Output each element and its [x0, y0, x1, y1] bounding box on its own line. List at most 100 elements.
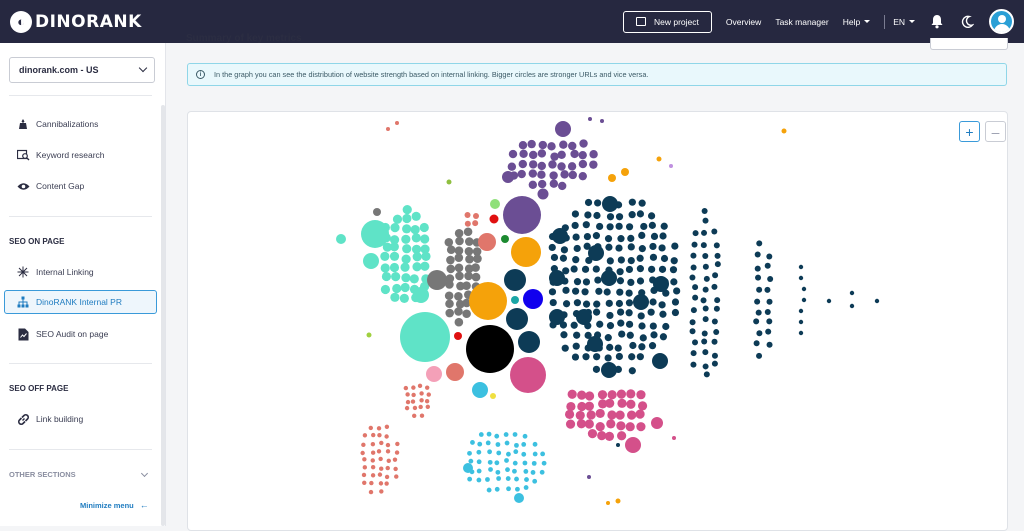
teal-node[interactable] [389, 251, 400, 261]
coral-node[interactable] [446, 363, 464, 381]
navy-node[interactable] [765, 328, 772, 335]
coral-node[interactable] [394, 474, 399, 479]
pink-node[interactable] [625, 437, 641, 453]
bell-icon[interactable] [929, 14, 945, 30]
teal-node[interactable] [391, 272, 401, 282]
coral-node[interactable] [424, 385, 430, 390]
navy-node[interactable] [627, 278, 635, 287]
navy-node[interactable] [764, 286, 771, 293]
navy-node[interactable] [701, 330, 708, 337]
navy-node[interactable] [571, 210, 580, 218]
gray-node[interactable] [455, 236, 464, 246]
gray-node[interactable] [373, 208, 381, 216]
coral-node[interactable] [419, 413, 425, 418]
pink-node[interactable] [426, 366, 442, 382]
purple-node[interactable] [557, 181, 567, 191]
navy-node[interactable] [504, 269, 526, 291]
navy-node[interactable] [756, 352, 763, 359]
cyan-node[interactable] [506, 486, 511, 492]
cyan-node[interactable] [505, 467, 510, 473]
navy-node[interactable] [670, 278, 678, 286]
navy-node[interactable] [756, 240, 763, 247]
purple-node[interactable] [578, 171, 587, 181]
pink-node[interactable] [584, 391, 595, 401]
cyan-node[interactable] [532, 441, 538, 447]
navy-node[interactable] [572, 233, 580, 241]
purple-node[interactable] [588, 117, 592, 121]
other-sections-toggle[interactable]: OTHER SECTIONS [9, 469, 152, 479]
new-project-button[interactable]: New project [622, 10, 712, 33]
cyan-node[interactable] [478, 432, 484, 437]
navy-node[interactable] [712, 272, 719, 279]
navy-node[interactable] [753, 318, 760, 325]
navy-node[interactable] [592, 365, 601, 373]
coral-node[interactable] [405, 392, 410, 397]
coral-node[interactable] [385, 449, 391, 454]
cyan-node[interactable] [485, 477, 490, 482]
orange-node[interactable] [511, 237, 541, 267]
logo[interactable]: ◐ DINORANK [10, 10, 142, 33]
purple-node[interactable] [559, 140, 568, 149]
navy-node[interactable] [702, 217, 709, 224]
cyan-node[interactable] [472, 382, 488, 398]
navy-node[interactable] [701, 208, 708, 215]
teal-node[interactable] [402, 244, 412, 254]
navy-node[interactable] [560, 246, 569, 254]
navy-node[interactable] [583, 232, 592, 241]
cyan-node[interactable] [496, 476, 502, 481]
graph-node[interactable] [621, 168, 629, 176]
navy-node[interactable] [594, 276, 602, 284]
navy-node[interactable] [689, 328, 696, 335]
purple-node[interactable] [537, 179, 547, 189]
teal-node[interactable] [380, 251, 390, 261]
navy-node[interactable] [798, 308, 804, 314]
navy-node[interactable] [549, 309, 565, 325]
navy-node[interactable] [690, 361, 697, 368]
coral-node[interactable] [403, 385, 409, 391]
graph-node[interactable] [615, 498, 621, 504]
navy-node[interactable] [506, 308, 528, 330]
teal-node[interactable] [392, 283, 402, 294]
sidebar-item-dinorank-internal-pr[interactable]: DinoRANK Internal PR [4, 290, 157, 314]
teal-node[interactable] [400, 262, 410, 272]
purple-node[interactable] [502, 171, 514, 183]
navy-node[interactable] [756, 330, 763, 337]
navy-node[interactable] [606, 257, 614, 265]
navy-node[interactable] [702, 263, 709, 270]
navy-node[interactable] [615, 352, 623, 361]
navy-node[interactable] [650, 331, 658, 339]
sidebar-item-link-building[interactable]: Link building [9, 407, 155, 431]
purple-node[interactable] [548, 160, 557, 169]
cyan-node[interactable] [506, 451, 511, 457]
teal-node[interactable] [410, 224, 420, 235]
green-node[interactable] [501, 235, 509, 243]
navy-node[interactable] [638, 245, 646, 253]
red-node[interactable] [454, 332, 462, 340]
cyan-node[interactable] [523, 469, 529, 474]
purple-node[interactable] [537, 188, 549, 200]
navy-node[interactable] [659, 232, 667, 240]
navy-node[interactable] [604, 334, 612, 342]
gray-node[interactable] [462, 309, 471, 319]
navy-node[interactable] [648, 265, 656, 273]
navy-node[interactable] [764, 308, 771, 315]
navy-node[interactable] [689, 274, 696, 281]
coral-node[interactable] [478, 233, 496, 251]
pink-node[interactable] [597, 390, 608, 400]
cyan-node[interactable] [503, 432, 509, 437]
navy-node[interactable] [713, 329, 720, 336]
cyan-node[interactable] [512, 432, 518, 437]
overview-link[interactable]: Overview [726, 17, 761, 27]
navy-node[interactable] [702, 316, 709, 323]
coral-node[interactable] [404, 405, 410, 411]
purple-node[interactable] [528, 180, 538, 189]
cyan-node[interactable] [476, 468, 482, 474]
navy-node[interactable] [662, 322, 670, 331]
pink-node[interactable] [627, 410, 637, 420]
navy-node[interactable] [660, 222, 668, 230]
teal-node[interactable] [390, 223, 400, 233]
navy-node[interactable] [798, 264, 804, 270]
teal-node[interactable] [401, 254, 411, 264]
purple-node[interactable] [517, 169, 526, 179]
gray-node[interactable] [446, 245, 456, 255]
